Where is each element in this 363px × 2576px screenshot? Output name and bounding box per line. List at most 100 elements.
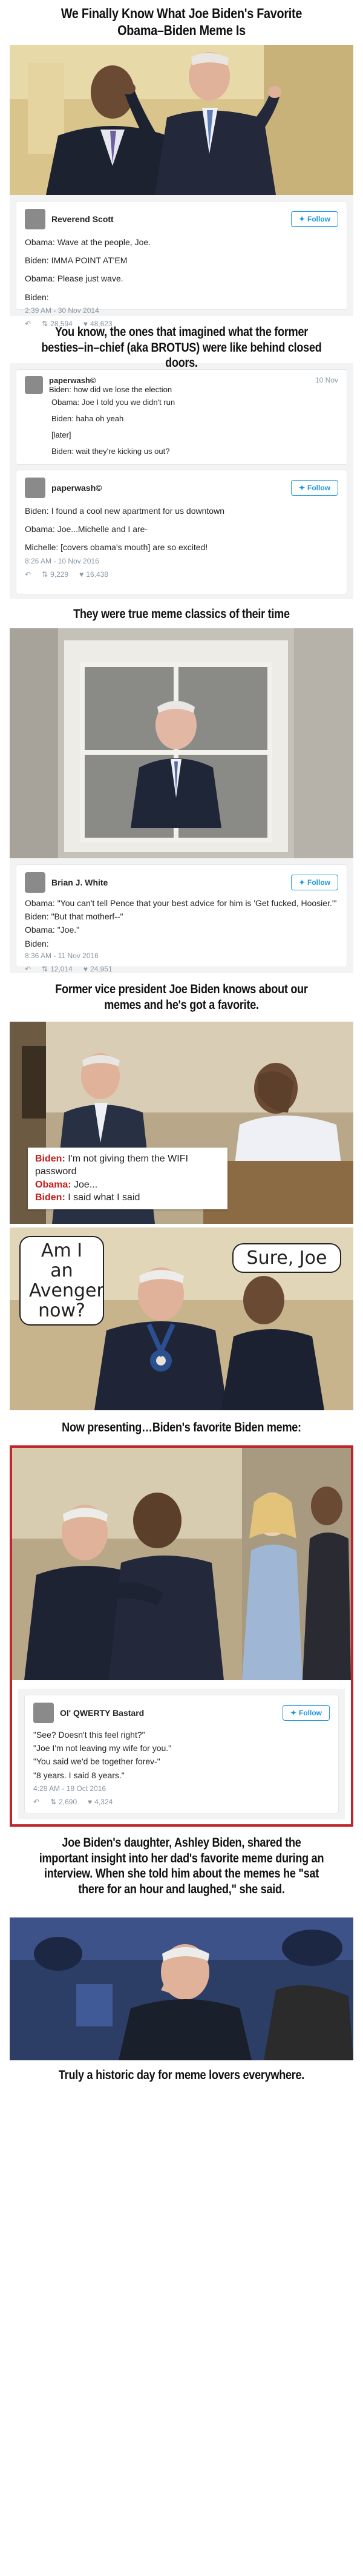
follow-button-label: Follow (307, 878, 330, 887)
twitter-bird-icon: ✦ (298, 484, 305, 492)
section-heading: Joe Biden's daughter, Ashley Biden, shar… (39, 1836, 324, 1896)
tweet-line: Obama: "Joe." (25, 925, 80, 935)
heart-icon: ♥ (83, 964, 88, 973)
avatar[interactable] (33, 1703, 54, 1723)
like-stat[interactable]: ♥ 24,951 (83, 965, 113, 973)
like-count: 4,324 (94, 1797, 113, 1806)
tweet-line: Obama: Joe I told you we didn't run (51, 398, 175, 407)
tweet-line: "Joe I'm not leaving my wife for you." (33, 1743, 172, 1753)
avatar[interactable] (25, 872, 45, 893)
tweet-username[interactable]: paperwash© (49, 376, 172, 385)
tweet-line: "You said we'd be together forev-" (33, 1756, 160, 1767)
tweet-timestamp[interactable]: 4:28 AM - 18 Oct 2016 (33, 1784, 330, 1793)
section-heading: They were true meme classics of their ti… (73, 607, 290, 621)
speech-bubble-left: Am I an Avenger now? (19, 1236, 104, 1326)
tweet-card: Brian J. White ✦ Follow Obama: "You can'… (16, 864, 347, 973)
tweet-header: Reverend Scott ✦ Follow (25, 209, 338, 229)
meme-caption: Biden: I'm not giving them the WIFI pass… (28, 1147, 227, 1209)
tweet-card: paperwash© ✦ Follow Biden: I found a coo… (16, 470, 347, 594)
avatar[interactable] (25, 209, 45, 229)
favorite-meme-frame: Ol' QWERTY Bastard ✦ Follow "See? Doesn'… (10, 1445, 353, 1827)
tweet-username[interactable]: Ol' QWERTY Bastard (60, 1708, 276, 1718)
retweet-stat[interactable]: ⇅ 2,690 (50, 1798, 77, 1806)
tweet-line: [later] (51, 430, 71, 439)
caption-speaker: Biden: (35, 1153, 65, 1164)
reply-icon[interactable]: ↶ (33, 1798, 39, 1806)
tweet-line: Obama: "You can't tell Pence that your b… (25, 898, 337, 908)
tweet-header: paperwash© ✦ Follow (25, 478, 338, 498)
tweet-actions: ↶ ⇅ 12,014 ♥ 24,951 (25, 965, 338, 973)
article-title: We Finally Know What Joe Biden's Favorit… (60, 5, 302, 39)
photo-obama-biden-pointing (10, 45, 353, 195)
like-count: 16,438 (86, 570, 108, 579)
tweet-username[interactable]: Brian J. White (51, 878, 285, 887)
tweet-line: Biden: (25, 938, 49, 948)
like-stat[interactable]: ♥ 4,324 (88, 1798, 113, 1806)
follow-button-label: Follow (307, 215, 330, 223)
twitter-bird-icon: ✦ (298, 878, 305, 887)
avatar[interactable] (25, 376, 43, 394)
tweet-timestamp[interactable]: 8:26 AM - 10 Nov 2016 (25, 557, 338, 565)
quoted-tweet-user-block: paperwash© Biden: how did we lose the el… (49, 376, 172, 394)
photo-avenger-meme: Am I an Avenger now? Sure, Joe (10, 1227, 353, 1410)
tweet-actions: ↶ ⇅ 2,690 ♥ 4,324 (33, 1798, 330, 1806)
retweet-count: 9,229 (50, 570, 69, 579)
tweet-actions: ↶ ⇅ 9,229 ♥ 16,438 (25, 570, 338, 579)
retweet-stat[interactable]: ⇅ 9,229 (42, 570, 68, 579)
tweet-header: Brian J. White ✦ Follow (25, 872, 338, 893)
section-heading: You know, the ones that imagined what th… (41, 325, 322, 370)
tweet-timestamp[interactable]: 8:36 AM - 11 Nov 2016 (25, 951, 338, 960)
tweet-line: Michelle: [covers obama's mouth] are so … (25, 542, 208, 553)
follow-button[interactable]: ✦ Follow (290, 875, 338, 890)
tweet-header: Ol' QWERTY Bastard ✦ Follow (33, 1703, 330, 1723)
caption-line: Biden: I said what I said (35, 1191, 220, 1204)
photo-wifi-password-meme: Biden: I'm not giving them the WIFI pass… (10, 1022, 353, 1224)
tweet-date[interactable]: 10 Nov (315, 376, 338, 384)
tweet-line: Biden: IMMA POINT AT'EM (25, 255, 128, 266)
twitter-bird-icon: ✦ (290, 1709, 296, 1717)
heart-icon: ♥ (79, 570, 84, 579)
follow-button[interactable]: ✦ Follow (290, 480, 338, 496)
retweet-icon: ⇅ (42, 570, 48, 579)
tweet-line: Biden: haha oh yeah (51, 414, 124, 423)
retweet-icon: ⇅ (50, 1797, 57, 1806)
retweet-stat[interactable]: ⇅ 12,014 (42, 965, 73, 973)
section-heading: Now presenting…Biden's favorite Biden me… (62, 1421, 301, 1434)
tweet-line: Biden: "But that motherf--" (25, 912, 123, 922)
tweet-username[interactable]: paperwash© (51, 483, 285, 493)
tweet-line: Biden: how did we lose the election (49, 385, 172, 394)
caption-text: I said what I said (65, 1192, 140, 1203)
photo-biden-emotional (10, 1917, 353, 2060)
tweet-embed-brian-white: Brian J. White ✦ Follow Obama: "You can'… (10, 858, 353, 973)
twitter-bird-icon: ✦ (298, 215, 305, 223)
quoted-tweet-body: Obama: Joe I told you we didn't run Bide… (51, 398, 338, 456)
quoted-tweet: paperwash© Biden: how did we lose the el… (16, 369, 347, 465)
reply-icon[interactable]: ↶ (25, 965, 31, 973)
photo-biden-at-window (10, 628, 353, 858)
caption-line: Biden: I'm not giving them the WIFI pass… (35, 1152, 220, 1178)
caption-text: Joe... (71, 1179, 98, 1190)
tweet-line: "See? Doesn't this feel right?" (33, 1730, 145, 1740)
like-stat[interactable]: ♥ 16,438 (79, 570, 108, 579)
heart-icon: ♥ (88, 1797, 93, 1806)
reply-icon[interactable]: ↶ (25, 570, 31, 579)
retweet-count: 2,690 (59, 1797, 77, 1806)
follow-button[interactable]: ✦ Follow (282, 1705, 330, 1721)
article: We Finally Know What Joe Biden's Favorit… (0, 0, 363, 2087)
closing-heading: Truly a historic day for meme lovers eve… (58, 2068, 305, 2082)
avatar[interactable] (25, 478, 45, 498)
tweet-line: Biden: wait they're kicking us out? (51, 447, 170, 456)
follow-button-label: Follow (307, 484, 330, 492)
follow-button-label: Follow (299, 1709, 322, 1717)
section-heading: Former vice president Joe Biden knows ab… (55, 982, 308, 1012)
speech-bubble-right: Sure, Joe (232, 1243, 341, 1273)
tweet-timestamp[interactable]: 2:39 AM - 30 Nov 2014 (25, 306, 338, 315)
like-count: 24,951 (90, 964, 113, 973)
tweet-line: Obama: Joe...Michelle and I are- (25, 524, 148, 534)
tweet-card: Reverend Scott ✦ Follow Obama: Wave at t… (16, 201, 347, 328)
follow-button[interactable]: ✦ Follow (290, 211, 338, 227)
tweet-username[interactable]: Reverend Scott (51, 214, 285, 224)
tweet-embed-reverend-scott: Reverend Scott ✦ Follow Obama: Wave at t… (10, 195, 353, 328)
caption-line: Obama: Joe... (35, 1178, 220, 1192)
tweet-embed-paperwash: paperwash© Biden: how did we lose the el… (10, 363, 353, 599)
